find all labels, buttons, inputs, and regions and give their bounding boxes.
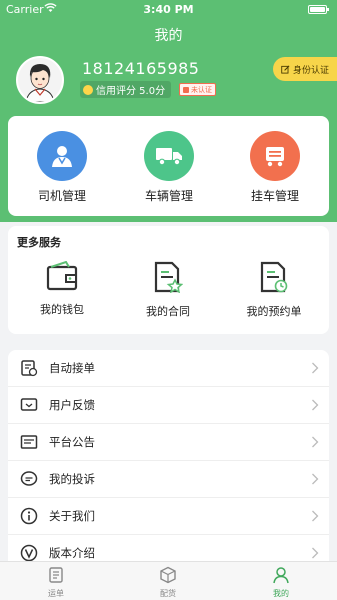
more-services-card: 更多服务 我的钱包 我的合同 我的预约单 [8, 226, 329, 334]
unverified-text: 未认证 [191, 85, 212, 94]
chevron-right-icon [312, 362, 319, 374]
phone-number: 18124165985 [82, 59, 200, 78]
reservation-label: 我的预约单 [246, 305, 302, 318]
wallet-button[interactable]: 我的钱包 [17, 260, 107, 317]
version-label: 版本介绍 [49, 546, 95, 560]
tab-waybill-label: 运单 [48, 589, 64, 598]
tab-cargo[interactable]: 配货 [128, 566, 208, 599]
list-item-auto-order[interactable]: 自动接单 [8, 350, 329, 387]
complaint-label: 我的投诉 [49, 472, 95, 486]
driver-icon [37, 131, 87, 181]
feedback-icon [20, 398, 38, 411]
list-item-feedback[interactable]: 用户反馈 [8, 387, 329, 424]
cargo-box-icon [160, 566, 176, 584]
chevron-right-icon [312, 473, 319, 485]
list-item-about-us[interactable]: 关于我们 [8, 498, 329, 535]
version-icon [20, 544, 38, 562]
driver-management-label: 司机管理 [37, 189, 86, 203]
bottom-tab-bar: 运单 配货 我的 [0, 561, 337, 600]
settings-list: 自动接单 用户反馈 平台公告 我的投诉 关于我们 版本介绍 [8, 350, 329, 570]
announcement-icon [20, 435, 38, 449]
contract-icon [154, 261, 184, 294]
lightbulb-icon [83, 84, 93, 95]
trailer-management-button[interactable]: 挂车管理 [225, 131, 325, 204]
reservation-icon [260, 261, 288, 293]
reservation-button[interactable]: 我的预约单 [229, 261, 319, 319]
id-auth-button[interactable]: 身份认证 [273, 57, 337, 81]
edit-icon [281, 65, 290, 74]
battery-icon [308, 5, 329, 14]
tab-waybill[interactable]: 运单 [16, 566, 96, 599]
shield-icon [183, 86, 189, 93]
profile-icon [273, 567, 289, 584]
chevron-right-icon [312, 436, 319, 448]
waybill-icon [49, 567, 63, 583]
about-us-label: 关于我们 [49, 509, 95, 523]
page-title: 我的 [154, 28, 183, 44]
clock: 3:40 PM [143, 3, 194, 16]
auto-order-label: 自动接单 [49, 361, 95, 375]
tab-profile[interactable]: 我的 [241, 566, 321, 599]
contract-button[interactable]: 我的合同 [123, 261, 213, 319]
contract-label: 我的合同 [146, 305, 190, 318]
id-auth-label: 身份认证 [292, 65, 329, 76]
truck-icon [144, 131, 194, 181]
management-card: 司机管理 车辆管理 挂车管理 [8, 116, 329, 216]
chevron-right-icon [312, 399, 319, 411]
chevron-right-icon [312, 510, 319, 522]
more-services-title: 更多服务 [17, 236, 61, 249]
feedback-label: 用户反馈 [49, 398, 95, 412]
list-item-announcement[interactable]: 平台公告 [8, 424, 329, 461]
complaint-icon [20, 471, 38, 486]
wallet-icon [46, 260, 78, 291]
auto-order-icon [21, 360, 38, 377]
chevron-right-icon [312, 547, 319, 559]
vehicle-management-button[interactable]: 车辆管理 [119, 131, 219, 204]
status-bar: Carrier 3:40 PM [0, 0, 337, 20]
list-item-complaint[interactable]: 我的投诉 [8, 461, 329, 498]
vehicle-management-label: 车辆管理 [144, 189, 193, 203]
avatar[interactable] [16, 56, 64, 104]
trailer-management-label: 挂车管理 [250, 189, 299, 203]
unverified-badge: 未认证 [179, 83, 216, 96]
credit-score-badge: 信用评分 5.0分 [80, 81, 172, 98]
tab-cargo-label: 配货 [160, 589, 176, 598]
announcement-label: 平台公告 [49, 435, 95, 449]
credit-score-text: 信用评分 5.0分 [96, 86, 166, 97]
wallet-label: 我的钱包 [40, 303, 84, 316]
avatar-illustration [18, 58, 62, 102]
trailer-icon [250, 131, 300, 181]
info-icon [20, 507, 38, 525]
driver-management-button[interactable]: 司机管理 [12, 131, 112, 204]
tab-profile-label: 我的 [273, 589, 289, 598]
